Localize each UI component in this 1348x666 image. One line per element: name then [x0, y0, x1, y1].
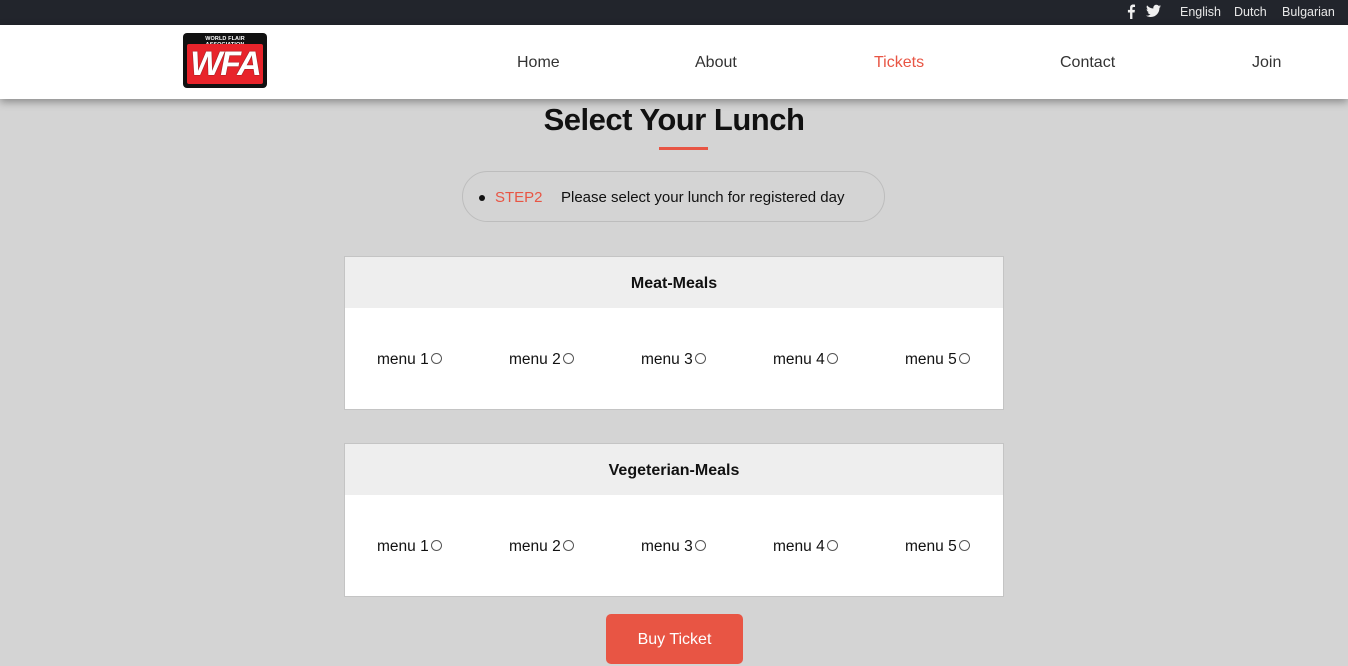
logo-letters: WFA [190, 45, 262, 83]
step-indicator: STEP2 Please select your lunch for regis… [462, 171, 885, 222]
page-title: Select Your Lunch [543, 102, 805, 137]
menu-options: menu 1 menu 2 menu 3 menu 4 menu 5 [345, 308, 1003, 410]
radio-button[interactable] [694, 539, 706, 551]
menu-label: menu 2 [509, 538, 561, 555]
facebook-icon[interactable] [1126, 4, 1136, 19]
title-underline [659, 147, 708, 150]
radio-button[interactable] [430, 352, 442, 364]
veg-menu-5-option[interactable]: menu 5 [905, 538, 970, 556]
step-description: Please select your lunch for registered … [561, 189, 845, 206]
meat-menu-3-option[interactable]: menu 3 [641, 351, 706, 369]
meat-meals-card: Meat-Meals menu 1 menu 2 menu 3 menu 4 m… [344, 256, 1004, 410]
veg-menu-4-option[interactable]: menu 4 [773, 538, 838, 556]
radio-button[interactable] [694, 352, 706, 364]
language-dutch[interactable]: Dutch [1234, 5, 1267, 19]
nav-tickets[interactable]: Tickets [874, 54, 924, 72]
menu-label: menu 5 [905, 351, 957, 368]
meat-menu-2-option[interactable]: menu 2 [509, 351, 574, 369]
radio-button[interactable] [562, 352, 574, 364]
meat-menu-1-option[interactable]: menu 1 [377, 351, 442, 369]
nav-join[interactable]: Join [1252, 54, 1281, 72]
menu-label: menu 4 [773, 351, 825, 368]
menu-options: menu 1 menu 2 menu 3 menu 4 menu 5 [345, 495, 1003, 597]
meat-menu-5-option[interactable]: menu 5 [905, 351, 970, 369]
top-bar: English Dutch Bulgarian [0, 0, 1348, 25]
vegetarian-meals-card: Vegeterian-Meals menu 1 menu 2 menu 3 me… [344, 443, 1004, 597]
veg-menu-1-option[interactable]: menu 1 [377, 538, 442, 556]
main-navbar: WORLD FLAIR ASSOCIATION WFA Home About T… [0, 25, 1348, 99]
veg-menu-2-option[interactable]: menu 2 [509, 538, 574, 556]
veg-menu-3-option[interactable]: menu 3 [641, 538, 706, 556]
radio-button[interactable] [562, 539, 574, 551]
language-english[interactable]: English [1180, 5, 1221, 19]
radio-button[interactable] [958, 539, 970, 551]
menu-label: menu 1 [377, 351, 429, 368]
menu-label: menu 5 [905, 538, 957, 555]
wfa-logo[interactable]: WORLD FLAIR ASSOCIATION WFA [183, 33, 267, 88]
menu-label: menu 2 [509, 351, 561, 368]
menu-label: menu 3 [641, 351, 693, 368]
social-links [1126, 4, 1161, 19]
bullet-dot [479, 195, 485, 201]
radio-button[interactable] [826, 539, 838, 551]
nav-contact[interactable]: Contact [1060, 54, 1115, 72]
meal-category-title: Meat-Meals [345, 257, 1003, 308]
radio-button[interactable] [430, 539, 442, 551]
twitter-icon[interactable] [1146, 4, 1161, 19]
language-bulgarian[interactable]: Bulgarian [1282, 5, 1335, 19]
step-label: STEP2 [495, 189, 543, 206]
meal-category-title: Vegeterian-Meals [345, 444, 1003, 495]
menu-label: menu 1 [377, 538, 429, 555]
meat-menu-4-option[interactable]: menu 4 [773, 351, 838, 369]
menu-label: menu 3 [641, 538, 693, 555]
menu-label: menu 4 [773, 538, 825, 555]
radio-button[interactable] [826, 352, 838, 364]
nav-home[interactable]: Home [517, 54, 560, 72]
radio-button[interactable] [958, 352, 970, 364]
nav-about[interactable]: About [695, 54, 737, 72]
